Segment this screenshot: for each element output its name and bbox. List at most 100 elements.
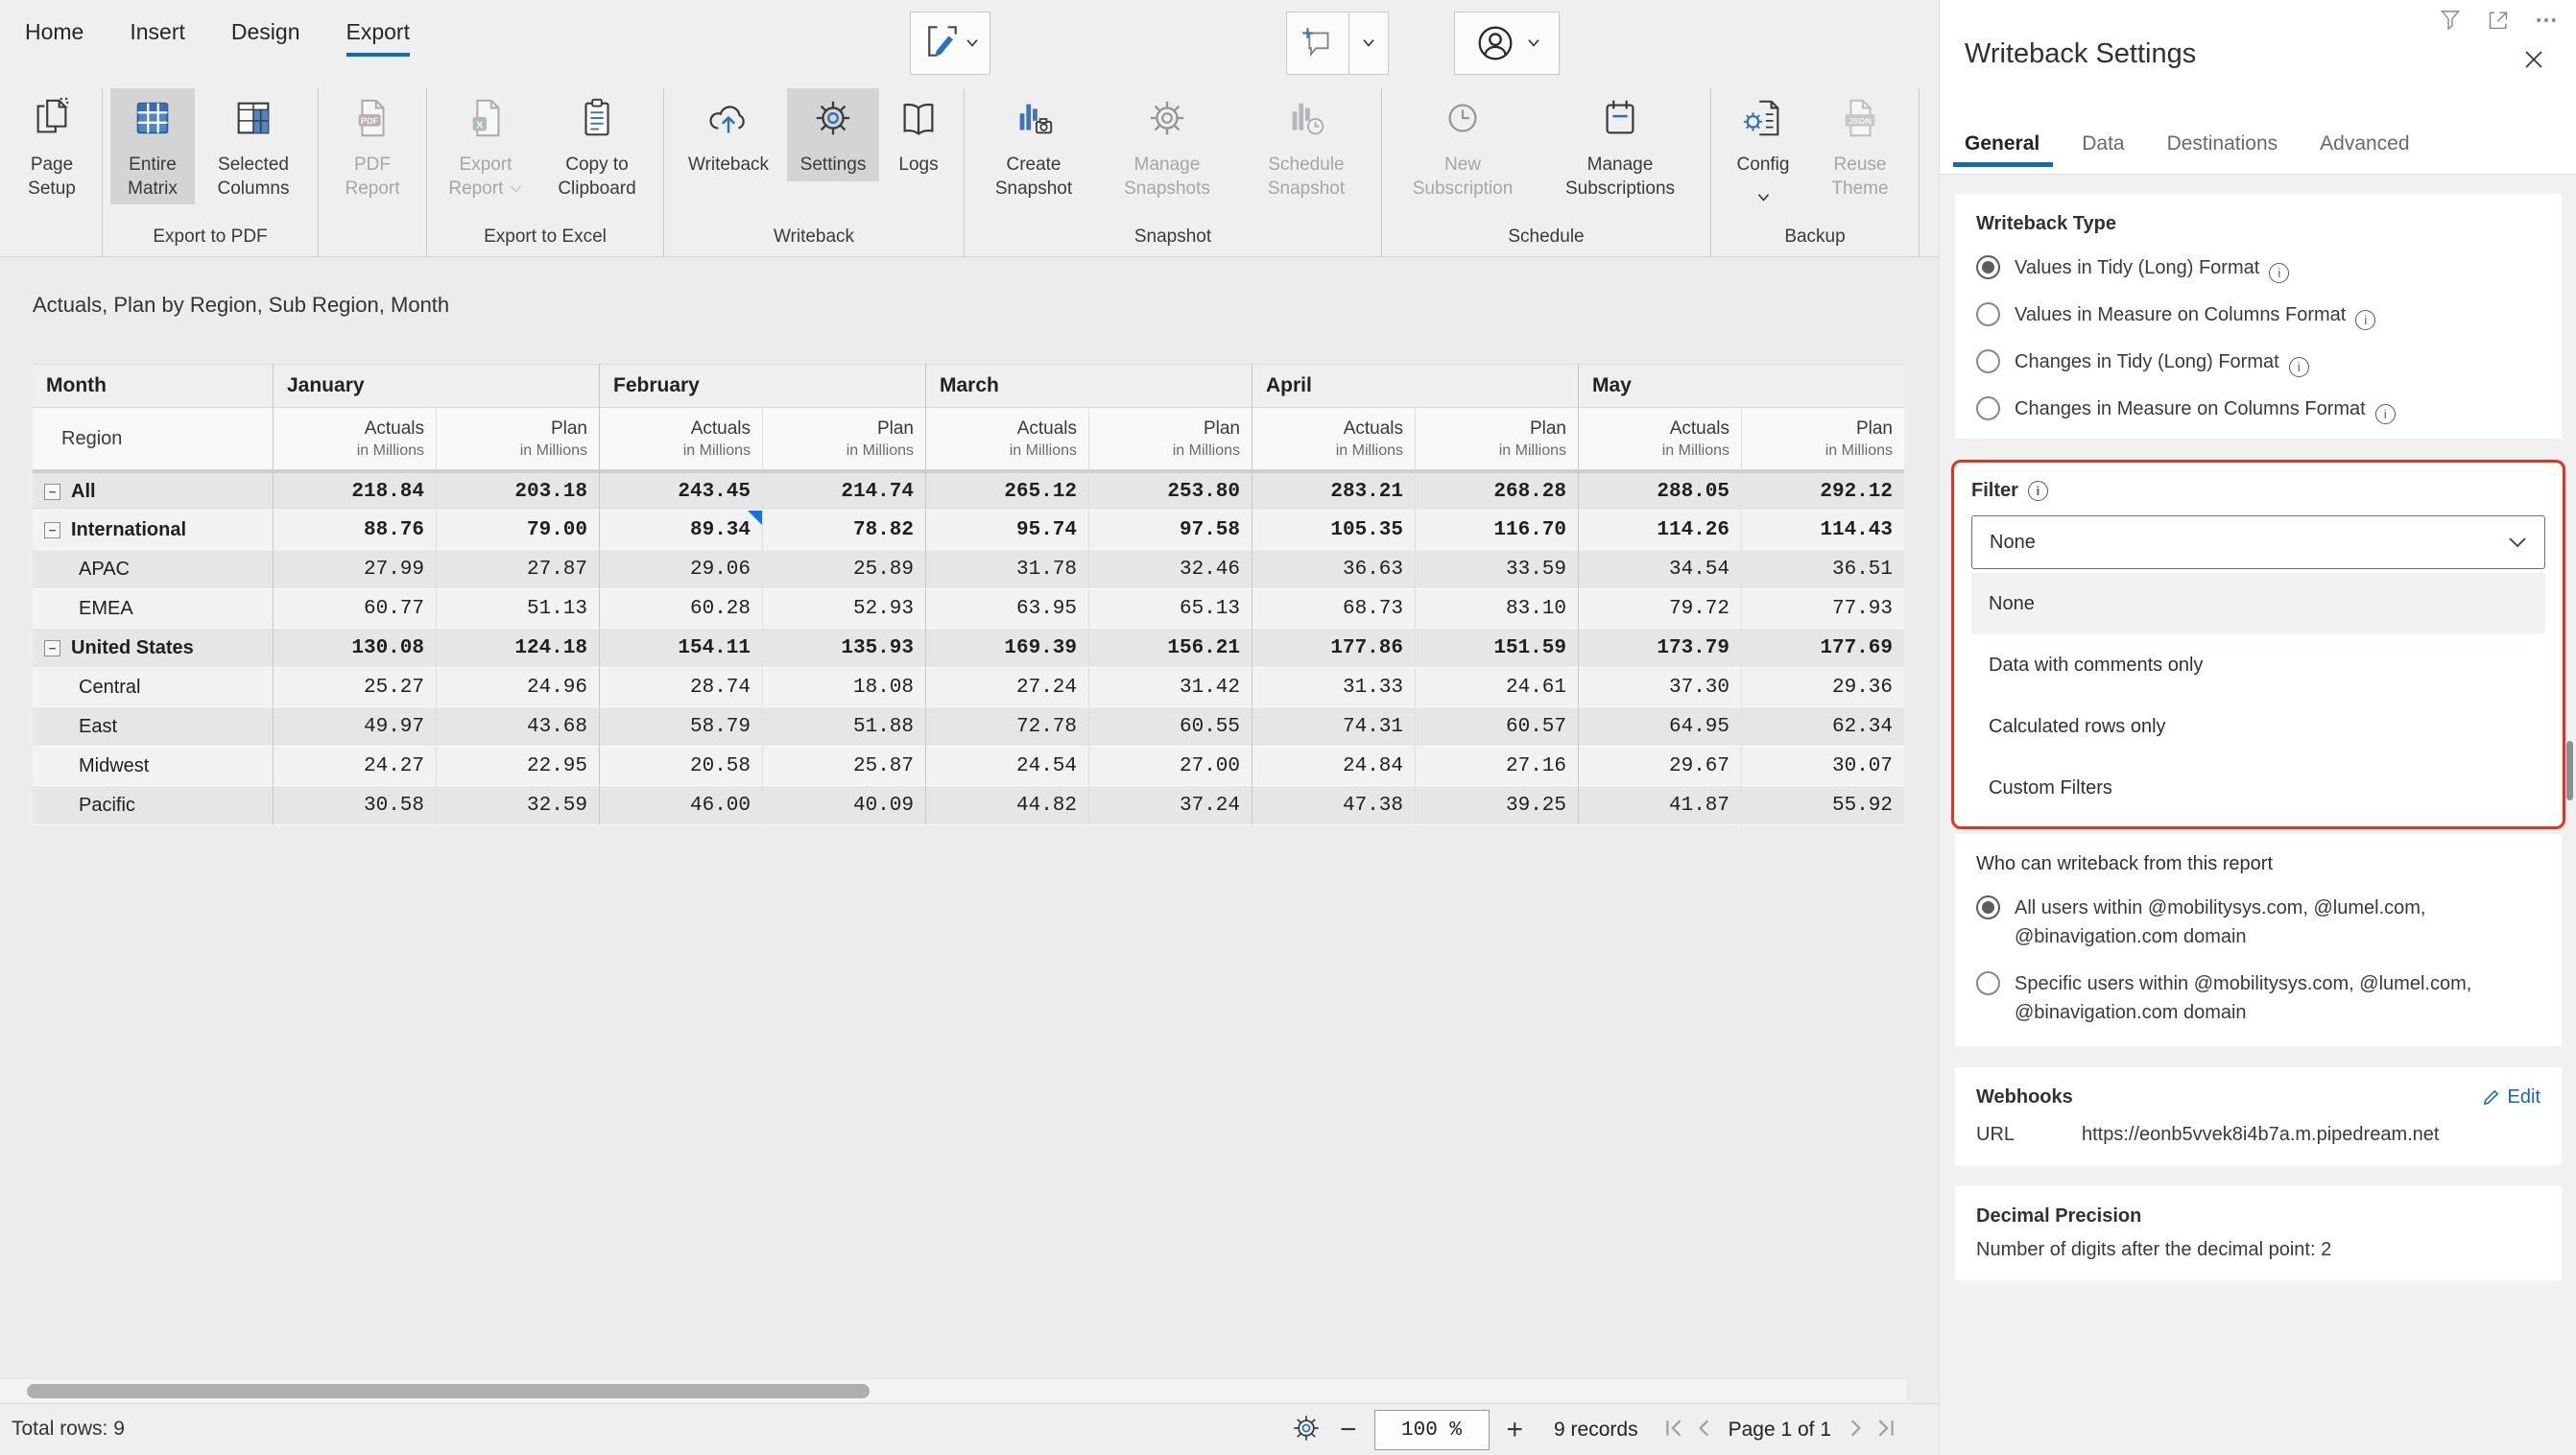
matrix-cell[interactable]: 46.00 bbox=[599, 786, 762, 825]
matrix-cell[interactable]: 177.86 bbox=[1252, 629, 1415, 668]
who-can-writeback-option[interactable]: All users within @mobilitysys.com, @lume… bbox=[1976, 894, 2540, 951]
measure-header-actuals[interactable]: Actualsin Millions bbox=[599, 408, 762, 471]
matrix-cell[interactable]: 114.26 bbox=[1578, 511, 1741, 550]
measure-header-actuals[interactable]: Actualsin Millions bbox=[273, 408, 436, 471]
previous-page-button[interactable] bbox=[1694, 1418, 1715, 1443]
settings-button[interactable]: Settings bbox=[787, 88, 879, 181]
row-label-cell[interactable]: −United States bbox=[33, 629, 273, 668]
row-label-cell[interactable]: −All bbox=[33, 471, 273, 511]
measure-header-plan[interactable]: Planin Millions bbox=[436, 408, 599, 471]
matrix-cell[interactable]: 47.38 bbox=[1252, 786, 1415, 825]
row-label-cell[interactable]: −International bbox=[33, 511, 273, 550]
filter-option-calculated-rows-only[interactable]: Calculated rows only bbox=[1971, 696, 2545, 757]
matrix-cell[interactable]: 58.79 bbox=[599, 707, 762, 747]
matrix-cell[interactable]: 83.10 bbox=[1415, 589, 1578, 629]
matrix-cell[interactable]: 265.12 bbox=[925, 471, 1088, 511]
matrix-cell[interactable]: 288.05 bbox=[1578, 471, 1741, 511]
config-button[interactable]: Config bbox=[1719, 88, 1807, 213]
radio-button-selected[interactable] bbox=[1976, 895, 2000, 919]
matrix-cell[interactable]: 39.25 bbox=[1415, 786, 1578, 825]
matrix-cell[interactable]: 218.84 bbox=[273, 471, 436, 511]
matrix-cell[interactable]: 124.18 bbox=[436, 629, 599, 668]
measure-header-plan[interactable]: Planin Millions bbox=[762, 408, 925, 471]
comment-menu-chevron[interactable] bbox=[1348, 12, 1389, 75]
matrix-cell[interactable]: 203.18 bbox=[436, 471, 599, 511]
collapse-toggle-icon[interactable]: − bbox=[44, 484, 60, 500]
matrix-cell[interactable]: 68.73 bbox=[1252, 589, 1415, 629]
matrix-cell[interactable]: 31.33 bbox=[1252, 668, 1415, 707]
matrix-cell[interactable]: 29.06 bbox=[599, 550, 762, 589]
matrix-cell[interactable]: 116.70 bbox=[1415, 511, 1578, 550]
matrix-cell[interactable]: 65.13 bbox=[1088, 589, 1252, 629]
matrix-cell[interactable]: 95.74 bbox=[925, 511, 1088, 550]
matrix-cell[interactable]: 114.43 bbox=[1741, 511, 1904, 550]
matrix-cell[interactable]: 29.67 bbox=[1578, 747, 1741, 786]
matrix-cell[interactable]: 41.87 bbox=[1578, 786, 1741, 825]
matrix-cell[interactable]: 151.59 bbox=[1415, 629, 1578, 668]
selected-columns-button[interactable]: SelectedColumns bbox=[197, 88, 310, 204]
last-page-button[interactable] bbox=[1875, 1418, 1896, 1443]
create-snapshot-button[interactable]: CreateSnapshot bbox=[972, 88, 1095, 204]
info-icon[interactable]: i bbox=[2375, 404, 2396, 424]
matrix-cell[interactable]: 63.95 bbox=[925, 589, 1088, 629]
matrix-cell[interactable]: 30.58 bbox=[273, 786, 436, 825]
matrix-cell[interactable]: 29.36 bbox=[1741, 668, 1904, 707]
ribbon-tab-insert[interactable]: Insert bbox=[130, 19, 185, 55]
row-label-cell[interactable]: Midwest bbox=[33, 747, 273, 786]
matrix-cell[interactable]: 51.88 bbox=[762, 707, 925, 747]
matrix-cell[interactable]: 24.61 bbox=[1415, 668, 1578, 707]
radio-button[interactable] bbox=[1976, 349, 2000, 373]
tab-destinations[interactable]: Destinations bbox=[2167, 132, 2278, 167]
matrix-cell[interactable]: 79.00 bbox=[436, 511, 599, 550]
matrix-cell[interactable]: 27.00 bbox=[1088, 747, 1252, 786]
matrix-cell[interactable]: 44.82 bbox=[925, 786, 1088, 825]
panel-scrollbar-thumb[interactable] bbox=[2566, 741, 2573, 800]
filter-select[interactable]: None bbox=[1971, 515, 2545, 569]
more-options-icon[interactable] bbox=[2534, 8, 2559, 37]
collapse-toggle-icon[interactable]: − bbox=[44, 522, 60, 538]
matrix-cell[interactable]: 52.93 bbox=[762, 589, 925, 629]
matrix-cell[interactable]: 88.76 bbox=[273, 511, 436, 550]
edit-mode-button[interactable] bbox=[910, 12, 990, 75]
matrix-cell[interactable]: 40.09 bbox=[762, 786, 925, 825]
matrix-cell[interactable]: 28.74 bbox=[599, 668, 762, 707]
radio-button[interactable] bbox=[1976, 971, 2000, 995]
matrix-cell[interactable]: 55.92 bbox=[1741, 786, 1904, 825]
writeback-type-option[interactable]: Values in Tidy (Long) Formati bbox=[1976, 253, 2540, 282]
matrix-cell[interactable]: 89.34 bbox=[599, 511, 762, 550]
matrix-cell[interactable]: 24.96 bbox=[436, 668, 599, 707]
manage-subscriptions-button[interactable]: ManageSubscriptions bbox=[1538, 88, 1703, 204]
matrix-cell[interactable]: 77.93 bbox=[1741, 589, 1904, 629]
filter-option-none[interactable]: None bbox=[1971, 573, 2545, 634]
row-label-cell[interactable]: APAC bbox=[33, 550, 273, 589]
matrix-cell[interactable]: 20.58 bbox=[599, 747, 762, 786]
collapse-toggle-icon[interactable]: − bbox=[44, 640, 60, 656]
next-page-button[interactable] bbox=[1845, 1418, 1866, 1443]
matrix-cell[interactable]: 24.84 bbox=[1252, 747, 1415, 786]
matrix-cell[interactable]: 31.78 bbox=[925, 550, 1088, 589]
measure-header-actuals[interactable]: Actualsin Millions bbox=[1252, 408, 1415, 471]
month-header-may[interactable]: May bbox=[1578, 364, 1904, 408]
matrix-cell[interactable]: 37.30 bbox=[1578, 668, 1741, 707]
matrix-cell[interactable]: 24.27 bbox=[273, 747, 436, 786]
webhooks-edit-link[interactable]: Edit bbox=[2482, 1086, 2540, 1109]
zoom-in-button[interactable]: + bbox=[1505, 1416, 1526, 1444]
matrix-cell[interactable]: 24.54 bbox=[925, 747, 1088, 786]
matrix-cell[interactable]: 79.72 bbox=[1578, 589, 1741, 629]
who-can-writeback-option[interactable]: Specific users within @mobilitysys.com, … bbox=[1976, 969, 2540, 1027]
row-label-cell[interactable]: Central bbox=[33, 668, 273, 707]
matrix-cell[interactable]: 253.80 bbox=[1088, 471, 1252, 511]
horizontal-scrollbar[interactable] bbox=[0, 1378, 1906, 1402]
matrix-cell[interactable]: 49.97 bbox=[273, 707, 436, 747]
matrix-cell[interactable]: 60.57 bbox=[1415, 707, 1578, 747]
filter-funnel-icon[interactable] bbox=[2438, 8, 2463, 37]
measure-header-actuals[interactable]: Actualsin Millions bbox=[1578, 408, 1741, 471]
table-settings-gear-icon[interactable] bbox=[1290, 1412, 1323, 1449]
zoom-out-button[interactable]: − bbox=[1338, 1416, 1359, 1444]
radio-button-selected[interactable] bbox=[1976, 255, 2000, 279]
logs-button[interactable]: Logs bbox=[881, 88, 956, 181]
matrix-cell[interactable]: 37.24 bbox=[1088, 786, 1252, 825]
matrix-cell[interactable]: 30.07 bbox=[1741, 747, 1904, 786]
matrix-cell[interactable]: 283.21 bbox=[1252, 471, 1415, 511]
month-header-march[interactable]: March bbox=[925, 364, 1252, 408]
